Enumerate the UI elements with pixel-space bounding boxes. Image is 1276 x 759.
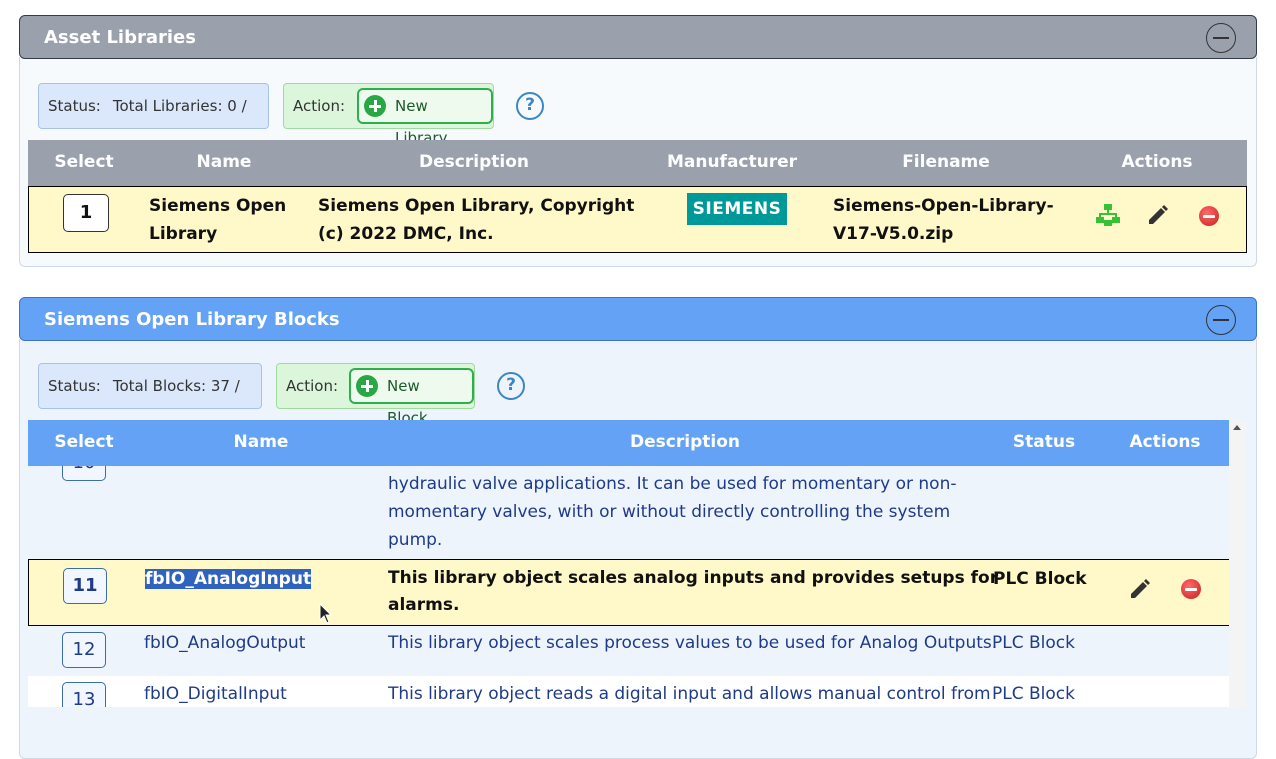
block-status: PLC Block [992,684,1075,704]
library-filename: Siemens-Open-Library- V17-V5.0.zip [833,196,1054,244]
col-status[interactable]: Status [1013,432,1075,452]
col-actions[interactable]: Actions [1129,432,1200,452]
block-description: hydraulic valve applications. It can be … [388,474,957,550]
col-select[interactable]: Select [54,432,113,452]
scroll-up-icon[interactable] [1233,425,1241,430]
library-action-chip: Action: New Library [283,83,494,147]
asset-libraries-title: Asset Libraries [44,27,196,48]
help-icon[interactable]: ? [516,92,544,120]
col-select[interactable]: Select [54,152,113,172]
library-name: Siemens Open Library [149,196,287,244]
col-name[interactable]: Name [234,432,289,452]
asset-libraries-header[interactable]: Asset Libraries [19,15,1257,59]
col-filename[interactable]: Filename [902,152,990,172]
select-box[interactable]: 1 [63,194,109,232]
delete-icon[interactable] [1199,206,1219,226]
library-description: Siemens Open Library, Copyright (c) 2022… [318,196,635,244]
library-blocks-header[interactable]: Siemens Open Library Blocks [19,297,1257,341]
collapse-icon[interactable] [1206,305,1236,335]
siemens-logo: SIEMENS [687,193,787,225]
blocks-status-chip: Status:Total Blocks: 37 / 50 [38,363,262,439]
table-row[interactable]: 11 fbIO_AnalogInput This library object … [28,559,1230,626]
col-actions[interactable]: Actions [1121,152,1192,172]
col-description[interactable]: Description [419,152,529,172]
plus-circle-icon [356,375,378,397]
mouse-cursor-icon [319,603,333,624]
col-name[interactable]: Name [197,152,252,172]
block-description: This library object scales process value… [388,633,998,653]
block-status: PLC Block [992,633,1075,653]
delete-icon[interactable] [1181,579,1201,599]
table-row[interactable]: 13 fbIO_DigitalInput This library object… [28,676,1229,707]
status-label: Status: [48,97,101,115]
plus-circle-icon [364,95,386,117]
action-label: Action: [293,97,346,115]
table-row[interactable]: 1 Siemens Open Library Siemens Open Libr… [28,186,1247,253]
library-status-chip: Status:Total Libraries: 0 / 10 [38,83,269,159]
new-block-button[interactable]: New Block [349,368,474,427]
table-row[interactable]: 12 fbIO_AnalogOutput This library object… [28,626,1229,676]
blocks-table-header: Select Name Description Status Actions [28,420,1229,466]
table-scrollbar[interactable] [1229,421,1246,707]
library-blocks-title: Siemens Open Library Blocks [44,309,340,330]
block-name: fbIO_DigitalInput [144,684,287,704]
collapse-icon[interactable] [1206,23,1236,53]
col-description[interactable]: Description [630,432,740,452]
status-label: Status: [48,377,101,395]
help-icon[interactable]: ? [497,372,525,400]
select-box[interactable]: 11 [63,568,107,604]
blocks-action-chip: Action: New Block [276,363,475,427]
block-description: This library object reads a digital inpu… [388,684,991,704]
block-name: fbIO_AnalogOutput [144,633,306,653]
new-library-button[interactable]: New Library [357,88,493,147]
pencil-icon[interactable] [1128,577,1152,601]
pencil-icon[interactable] [1146,203,1170,227]
library-table-header: Select Name Description Manufacturer Fil… [28,140,1247,186]
block-description: This library object scales analog inputs… [388,568,999,615]
action-label: Action: [286,377,339,395]
col-manufacturer[interactable]: Manufacturer [667,152,797,172]
block-status: PLC Block [993,569,1087,589]
block-name: fbIO_AnalogInput [145,569,312,589]
select-box[interactable]: 12 [62,632,106,668]
select-box[interactable]: 13 [62,682,106,707]
tree-structure-icon[interactable] [1096,203,1120,227]
